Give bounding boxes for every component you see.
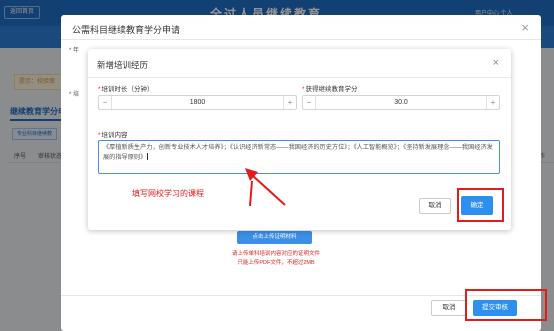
duration-plus-button[interactable]: + [283,96,296,109]
training-content-textarea[interactable]: 《厚植新质生产力，创新专业技术人才培养》；《认识经济新常态——我国经济的历史方位… [98,140,500,174]
outer-title-divider [61,39,541,40]
credits-stepper[interactable]: − 30.0 + [302,95,500,110]
outer-field-label-year: * 年 [69,48,80,54]
inner-title-divider [88,77,511,78]
inner-dialog-title: 新增培训经历 [97,60,149,70]
content-label-text: 培训内容 [101,132,128,139]
outer-cancel-button[interactable]: 取消 [431,300,467,316]
credits-label: *获得继续教育学分 [302,86,358,93]
add-training-dialog: 新增培训经历 × *培训时长（分钟） − 1800 + *获得继续教育学分 − … [88,49,511,230]
credits-plus-button[interactable]: + [486,96,499,109]
duration-label: *培训时长（分钟） [98,86,154,93]
credits-minus-button[interactable]: − [303,96,316,109]
outer-field-label-training: * 培 [69,92,80,98]
duration-label-text: 培训时长（分钟） [101,86,154,93]
text-caret [147,152,149,160]
outer-dialog-title: 公需科目继续教育学分申请 [72,25,181,35]
outer-close-icon[interactable]: × [521,20,529,35]
training-content-text: 《厚植新质生产力，创新专业技术人才培养》；《认识经济新常态——我国经济的历史方位… [103,144,493,161]
duration-minus-button[interactable]: − [99,96,112,109]
annotation-note: 填写网校学习的课程 [132,189,204,198]
inner-cancel-button[interactable]: 取消 [419,198,451,214]
credits-value[interactable]: 30.0 [316,96,486,109]
duration-value[interactable]: 1800 [112,96,283,109]
confirm-highlight-box [457,188,504,222]
credits-label-text: 获得继续教育学分 [305,86,358,93]
content-label: *培训内容 [98,132,128,139]
upload-note-2: 只能上传PDF文件，不超过2MB [237,260,315,266]
inner-close-icon[interactable]: × [493,57,499,69]
submit-highlight-box [465,289,547,321]
upload-proof-button[interactable]: 点击上传证明材料 [237,231,312,244]
upload-note-1: 请上传单科培训内容对应的证明文件 [231,251,320,257]
duration-stepper[interactable]: − 1800 + [98,95,297,110]
